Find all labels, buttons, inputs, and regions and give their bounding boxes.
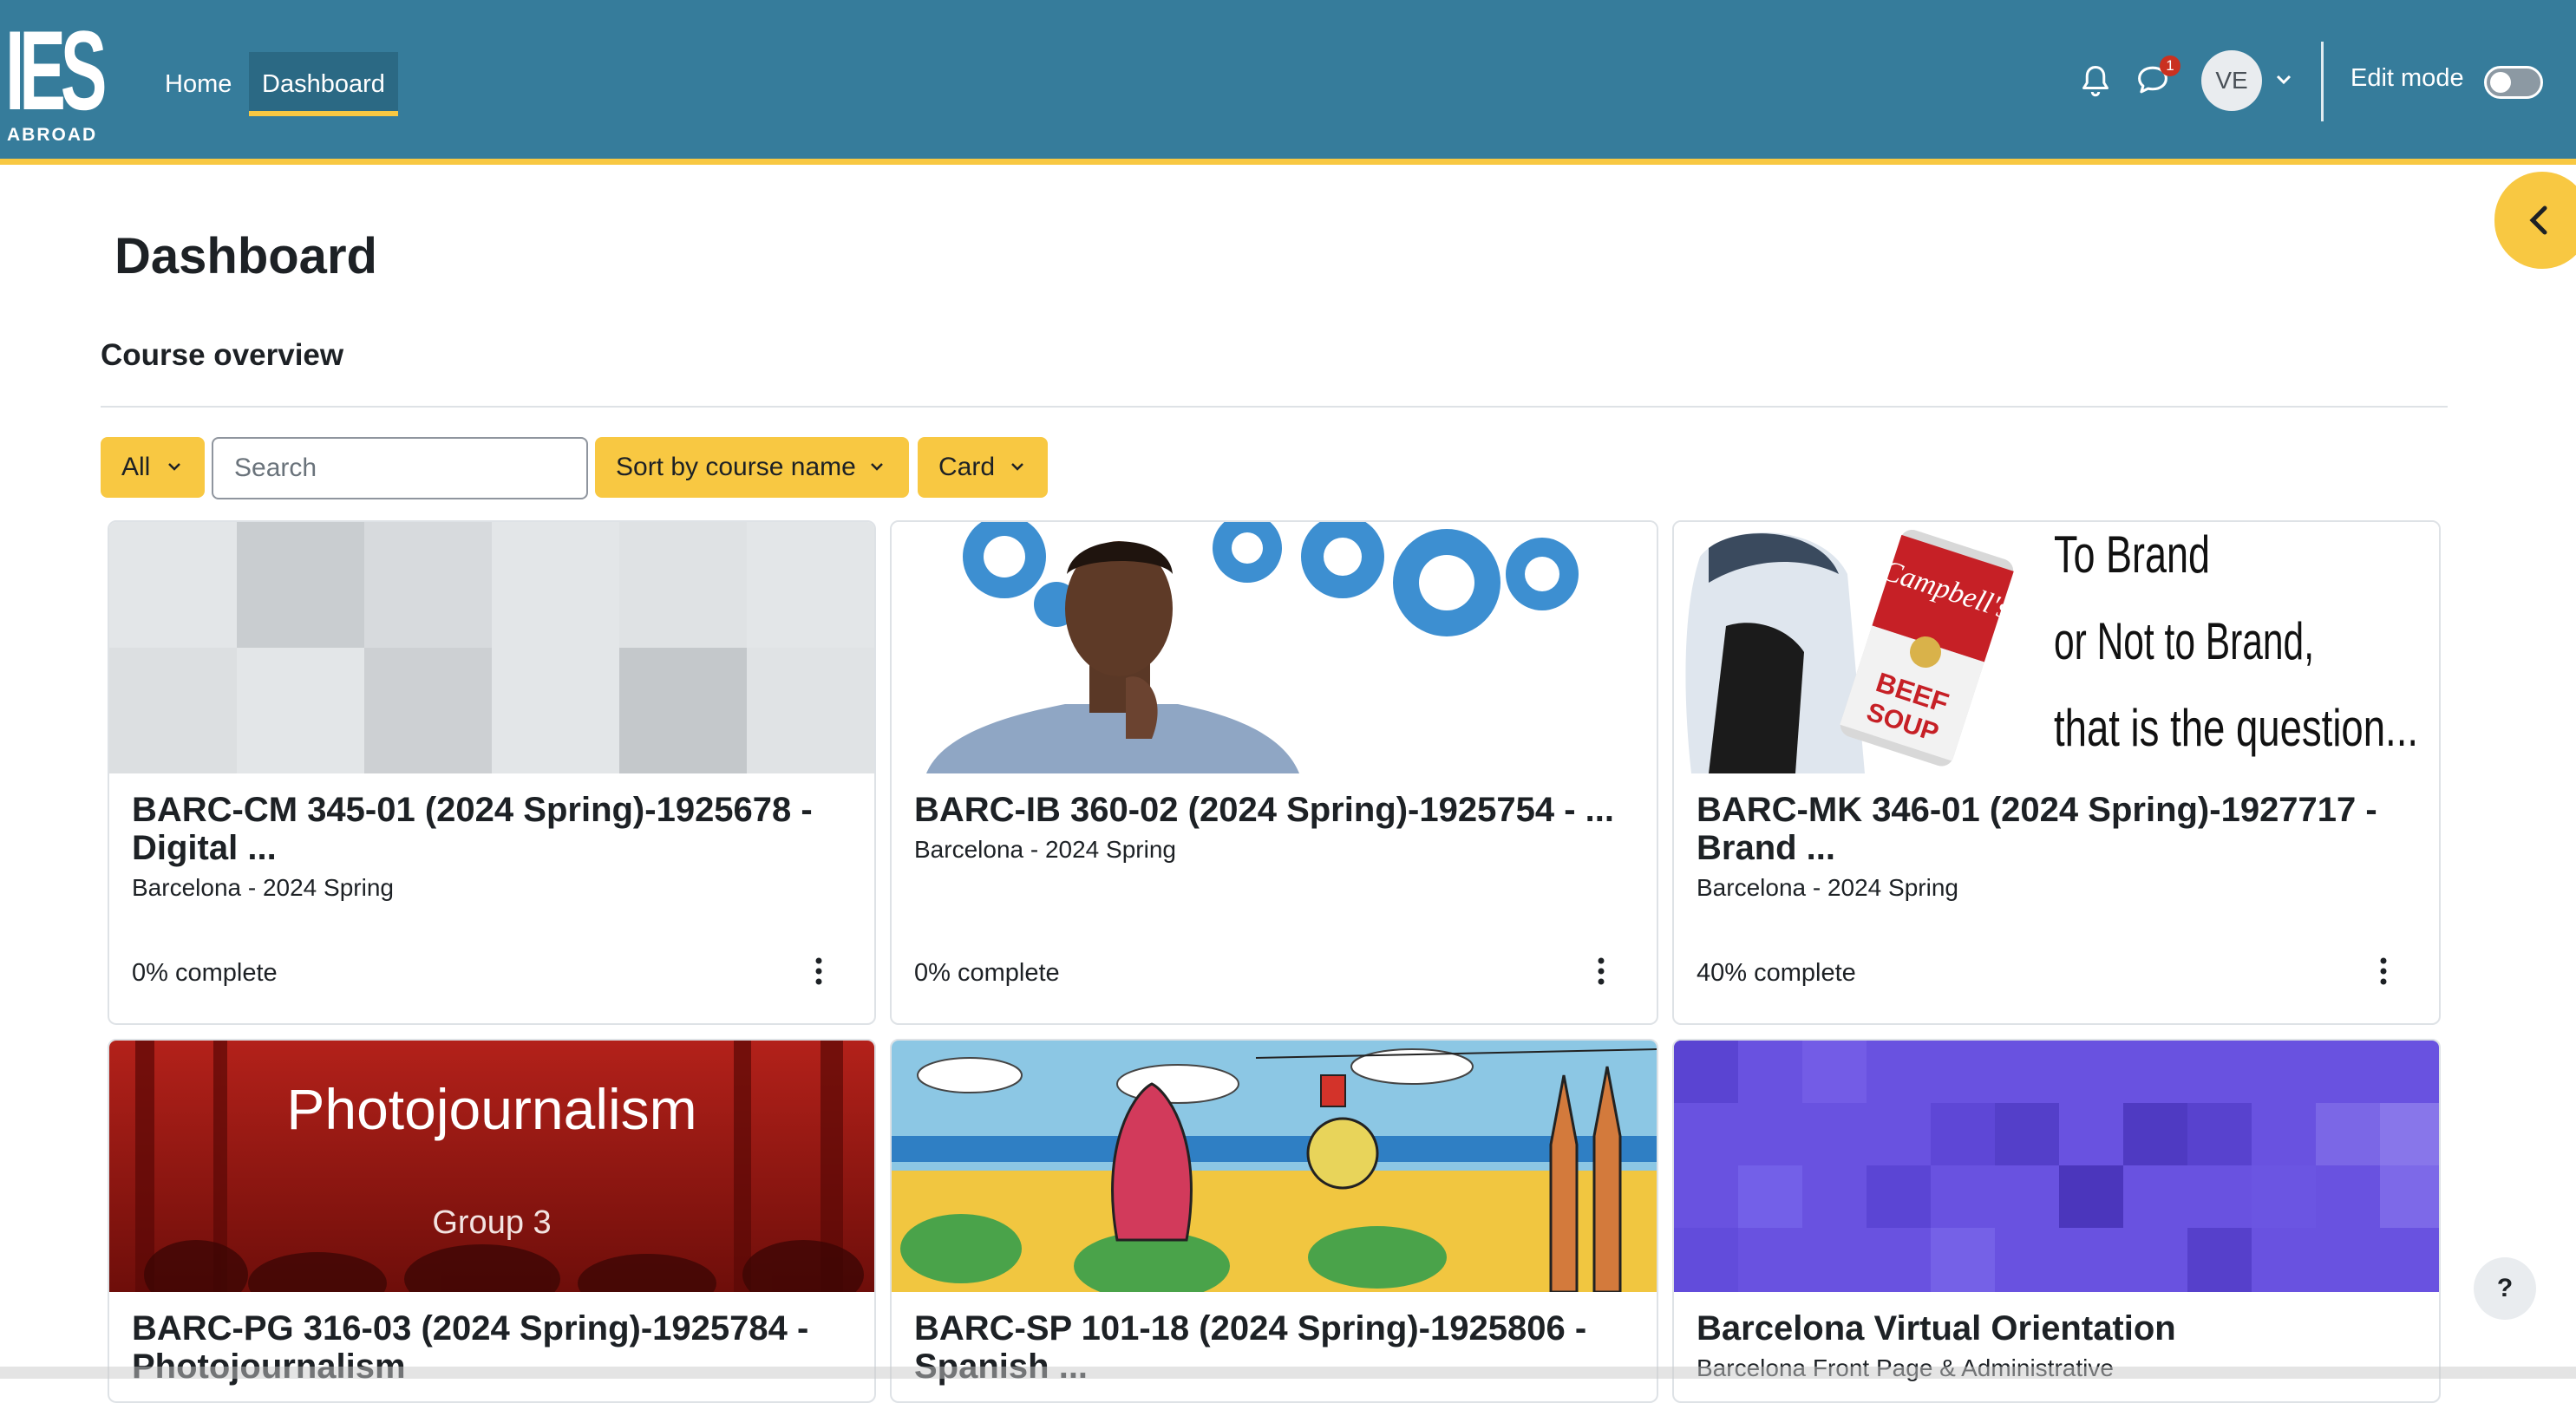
message-count-badge: 1 (2160, 55, 2180, 76)
poster-line-1: To Brand (2054, 525, 2210, 584)
course-image[interactable] (892, 522, 1657, 773)
brand-poster-thumbnail: Campbell's BEEF SOUP To Brand or Not to … (1674, 522, 2439, 773)
course-name-link[interactable]: BARC-MK 346-01 (2024 Spring)-1927717 - B… (1697, 791, 2416, 867)
course-search-input[interactable] (212, 437, 588, 499)
navbar-divider (2321, 42, 2324, 121)
edit-mode-label: Edit mode (2350, 64, 2464, 92)
page-bottom-edge (0, 1367, 2576, 1379)
image-subtitle: Group 3 (432, 1204, 551, 1241)
poster-line-3: that is the question... (2054, 699, 2418, 757)
course-category: Barcelona - 2024 Spring (914, 836, 1176, 863)
user-avatar[interactable]: VE (2201, 50, 2262, 111)
kebab-menu-icon[interactable] (810, 956, 827, 987)
navbar: IES ABROAD Home Dashboard 1 VE Edit mode (0, 0, 2576, 165)
course-name-link[interactable]: Barcelona Virtual Orientation (1697, 1309, 2416, 1348)
drawer-toggle-button[interactable] (2494, 172, 2576, 269)
section-divider (101, 406, 2448, 408)
course-card[interactable]: Barcelona Virtual Orientation Barcelona … (1672, 1039, 2441, 1403)
course-name-link[interactable]: BARC-CM 345-01 (2024 Spring)-1925678 - D… (132, 791, 852, 867)
chevron-down-icon (1011, 463, 1023, 471)
course-card[interactable]: BARC-IB 360-02 (2024 Spring)-1925754 - .… (890, 520, 1658, 1025)
grouping-filter-label: All (121, 453, 151, 481)
kebab-menu-icon[interactable] (1592, 956, 1610, 987)
course-card[interactable]: Photojournalism Group 3 BARC-PG 316-03 (… (108, 1039, 876, 1403)
course-progress-text: 0% complete (132, 959, 278, 987)
edit-mode-toggle[interactable] (2484, 66, 2543, 99)
ies-abroad-logo[interactable]: IES ABROAD (5, 7, 108, 145)
course-image[interactable]: Campbell's BEEF SOUP To Brand or Not to … (1674, 522, 2439, 773)
course-progress-text: 40% complete (1697, 959, 1856, 987)
course-name-link[interactable]: BARC-IB 360-02 (2024 Spring)-1925754 - .… (914, 791, 1643, 829)
course-image[interactable] (892, 1041, 1657, 1292)
chevron-down-icon[interactable] (2274, 73, 2293, 87)
nav-dashboard-link[interactable]: Dashboard (249, 52, 398, 116)
image-title: Photojournalism (286, 1077, 696, 1141)
chevron-left-icon (2529, 206, 2547, 235)
sort-dropdown[interactable]: Sort by course name (595, 437, 909, 498)
grouping-filter-dropdown[interactable]: All (101, 437, 205, 498)
view-mode-dropdown[interactable]: Card (918, 437, 1048, 498)
course-image[interactable] (1674, 1041, 2439, 1292)
view-mode-label: Card (938, 453, 996, 481)
logo-main-text: IES (5, 7, 108, 134)
photojournalism-thumbnail: Photojournalism Group 3 (109, 1041, 874, 1292)
course-image[interactable]: Photojournalism Group 3 (109, 1041, 874, 1292)
sort-label: Sort by course name (616, 453, 856, 481)
course-category: Barcelona - 2024 Spring (1697, 874, 1958, 901)
course-overview-title: Course overview (101, 338, 344, 372)
course-category: Barcelona - 2024 Spring (132, 874, 394, 901)
help-button[interactable]: ? (2474, 1257, 2536, 1320)
course-progress-text: 0% complete (914, 959, 1060, 987)
barcelona-illustration-thumbnail (892, 1041, 1657, 1292)
purple-pattern-thumbnail (1674, 1041, 2439, 1292)
poster-line-2: or Not to Brand, (2054, 612, 2314, 670)
thinking-man-gears-thumbnail (892, 522, 1657, 773)
course-card[interactable]: BARC-CM 345-01 (2024 Spring)-1925678 - D… (108, 520, 876, 1025)
toggle-knob (2490, 72, 2511, 93)
gray-pattern-thumbnail (109, 522, 874, 773)
chevron-down-icon (871, 463, 883, 471)
chevron-down-icon (168, 463, 180, 471)
bell-icon[interactable] (2080, 64, 2111, 99)
nav-home-link[interactable]: Home (152, 52, 245, 116)
kebab-menu-icon[interactable] (2375, 956, 2392, 987)
course-image[interactable] (109, 522, 874, 773)
course-card[interactable]: Campbell's BEEF SOUP To Brand or Not to … (1672, 520, 2441, 1025)
logo-sub-text: ABROAD (7, 125, 98, 145)
page-title: Dashboard (114, 228, 377, 284)
course-card[interactable]: BARC-SP 101-18 (2024 Spring)-1925806 - S… (890, 1039, 1658, 1403)
